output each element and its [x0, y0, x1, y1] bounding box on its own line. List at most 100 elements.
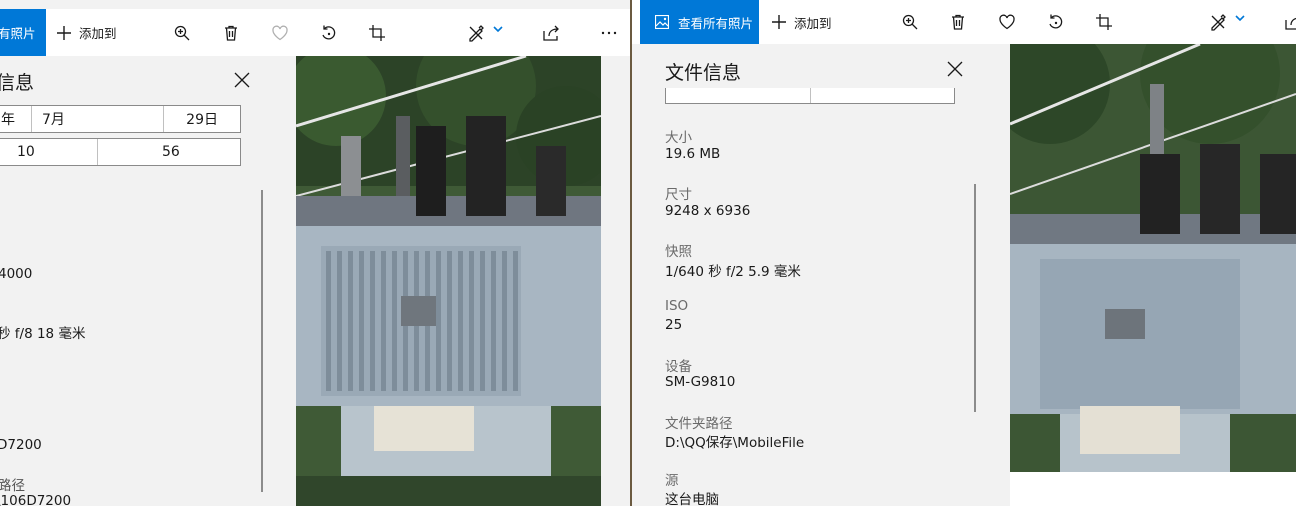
info-value: D7200	[0, 437, 42, 453]
trash-icon	[222, 24, 240, 42]
date-cell[interactable]	[811, 88, 954, 103]
transformer-fin	[447, 251, 452, 391]
time-picker[interactable]: 10 56	[0, 138, 241, 166]
transformer-fin	[480, 251, 485, 391]
folder-path-label: 文件夹路径	[665, 416, 733, 432]
rotate-button[interactable]	[1047, 0, 1065, 44]
left-toolbar: 有照片 添加到	[0, 9, 632, 56]
left-photos-window: 有照片 添加到 信息 年 7月 29日 10 56 4000 秒 f/8 18 …	[0, 0, 632, 506]
snapshot-label: 快照	[665, 244, 692, 260]
crop-icon	[1095, 13, 1113, 31]
favorite-button[interactable]	[998, 0, 1016, 44]
zoom-button[interactable]	[901, 0, 919, 44]
iso-label: ISO	[665, 298, 689, 314]
chevron-down-icon	[493, 25, 503, 33]
hour-field[interactable]: 10	[0, 139, 98, 165]
scrollbar[interactable]	[974, 184, 976, 412]
date-picker-partial[interactable]	[665, 88, 955, 104]
trash-icon	[949, 13, 967, 31]
transformer-fin	[502, 251, 507, 391]
crop-button[interactable]	[368, 9, 386, 56]
close-panel-button[interactable]	[234, 72, 250, 88]
rotate-icon	[1047, 13, 1065, 31]
add-to-label: 添加到	[79, 26, 117, 41]
scrollbar[interactable]	[261, 190, 263, 492]
info-value: 4000	[0, 266, 33, 282]
photo-view[interactable]	[296, 56, 601, 506]
zoom-button[interactable]	[173, 9, 191, 56]
share-button[interactable]	[1284, 0, 1296, 44]
rotate-button[interactable]	[320, 9, 338, 56]
view-all-photos-button[interactable]: 有照片	[0, 9, 46, 56]
transformer-fin	[359, 251, 364, 391]
close-panel-button[interactable]	[947, 61, 963, 77]
info-value: \106D7200	[0, 493, 72, 506]
delete-button[interactable]	[222, 9, 240, 56]
view-all-photos-button[interactable]: 查看所有照片	[640, 0, 759, 44]
photo-bottom-margin	[1010, 472, 1296, 506]
add-to-button[interactable]: 添加到	[770, 0, 832, 44]
photo-view[interactable]	[1010, 44, 1296, 472]
more-button[interactable]	[600, 9, 618, 56]
add-to-label: 添加到	[794, 15, 832, 31]
share-icon	[542, 24, 560, 42]
transformer-fin	[381, 251, 386, 391]
device-value: SM-G9810	[665, 374, 736, 390]
transformer-fin	[326, 251, 331, 391]
date-picker[interactable]: 年 7月 29日	[0, 105, 241, 133]
chevron-down-icon	[1235, 14, 1245, 22]
size-value: 19.6 MB	[665, 146, 721, 162]
view-all-label: 查看所有照片	[678, 15, 754, 31]
device-label: 设备	[665, 359, 692, 375]
dimensions-value: 9248 x 6936	[665, 203, 751, 219]
year-field[interactable]: 年	[0, 106, 32, 132]
heart-icon	[998, 13, 1016, 31]
view-all-label: 有照片	[0, 26, 36, 41]
add-to-button[interactable]: 添加到	[55, 9, 117, 56]
info-value: 秒 f/8 18 毫米	[0, 326, 86, 342]
right-photos-window: 查看所有照片 添加到 文件信息 大小 19.6 MB 尺寸 9248 x 693…	[632, 0, 1296, 506]
crop-button[interactable]	[1095, 0, 1113, 44]
edit-pen-icon	[1209, 13, 1229, 31]
panel-title: 信息	[0, 72, 35, 94]
day-field[interactable]: 29日	[164, 106, 240, 132]
share-button[interactable]	[542, 9, 560, 56]
more-icon	[600, 24, 618, 42]
size-label: 大小	[665, 130, 692, 146]
edit-button[interactable]	[1209, 0, 1245, 44]
delete-button[interactable]	[949, 0, 967, 44]
right-file-info-panel: 文件信息 大小 19.6 MB 尺寸 9248 x 6936 快照 1/640 …	[632, 44, 978, 506]
snapshot-value: 1/640 秒 f/2 5.9 毫米	[665, 264, 801, 280]
date-cell[interactable]	[666, 88, 811, 103]
edit-button[interactable]	[467, 9, 503, 56]
plus-icon	[55, 24, 73, 42]
close-icon	[947, 61, 963, 81]
plus-icon	[770, 13, 788, 31]
info-label: 路径	[0, 478, 25, 494]
edit-pen-icon	[467, 24, 487, 42]
transformer-fin	[491, 251, 496, 391]
zoom-in-icon	[173, 24, 191, 42]
transformer-fin	[436, 251, 441, 391]
zoom-in-icon	[901, 13, 919, 31]
folder-path-value: D:\QQ保存\MobileFile	[665, 435, 805, 451]
source-value: 这台电脑	[665, 492, 719, 506]
share-icon	[1284, 13, 1296, 31]
minute-field[interactable]: 56	[98, 139, 240, 165]
transformer-fin	[392, 251, 397, 391]
photos-app-icon	[655, 15, 669, 29]
left-file-info-panel: 信息 年 7月 29日 10 56 : 4000 秒 f/8 18 毫米 D72…	[0, 56, 268, 506]
transformer-fin	[458, 251, 463, 391]
transformer-fin	[370, 251, 375, 391]
panel-title: 文件信息	[665, 62, 742, 84]
crop-icon	[368, 24, 386, 42]
title-strip	[0, 0, 632, 9]
heart-icon	[271, 24, 289, 42]
close-icon	[234, 72, 250, 92]
transformer-fin	[337, 251, 342, 391]
favorite-button[interactable]	[271, 9, 289, 56]
transformer-fin	[513, 251, 518, 391]
transformer-fin	[469, 251, 474, 391]
month-field[interactable]: 7月	[32, 106, 164, 132]
right-toolbar: 查看所有照片 添加到	[632, 0, 1296, 44]
